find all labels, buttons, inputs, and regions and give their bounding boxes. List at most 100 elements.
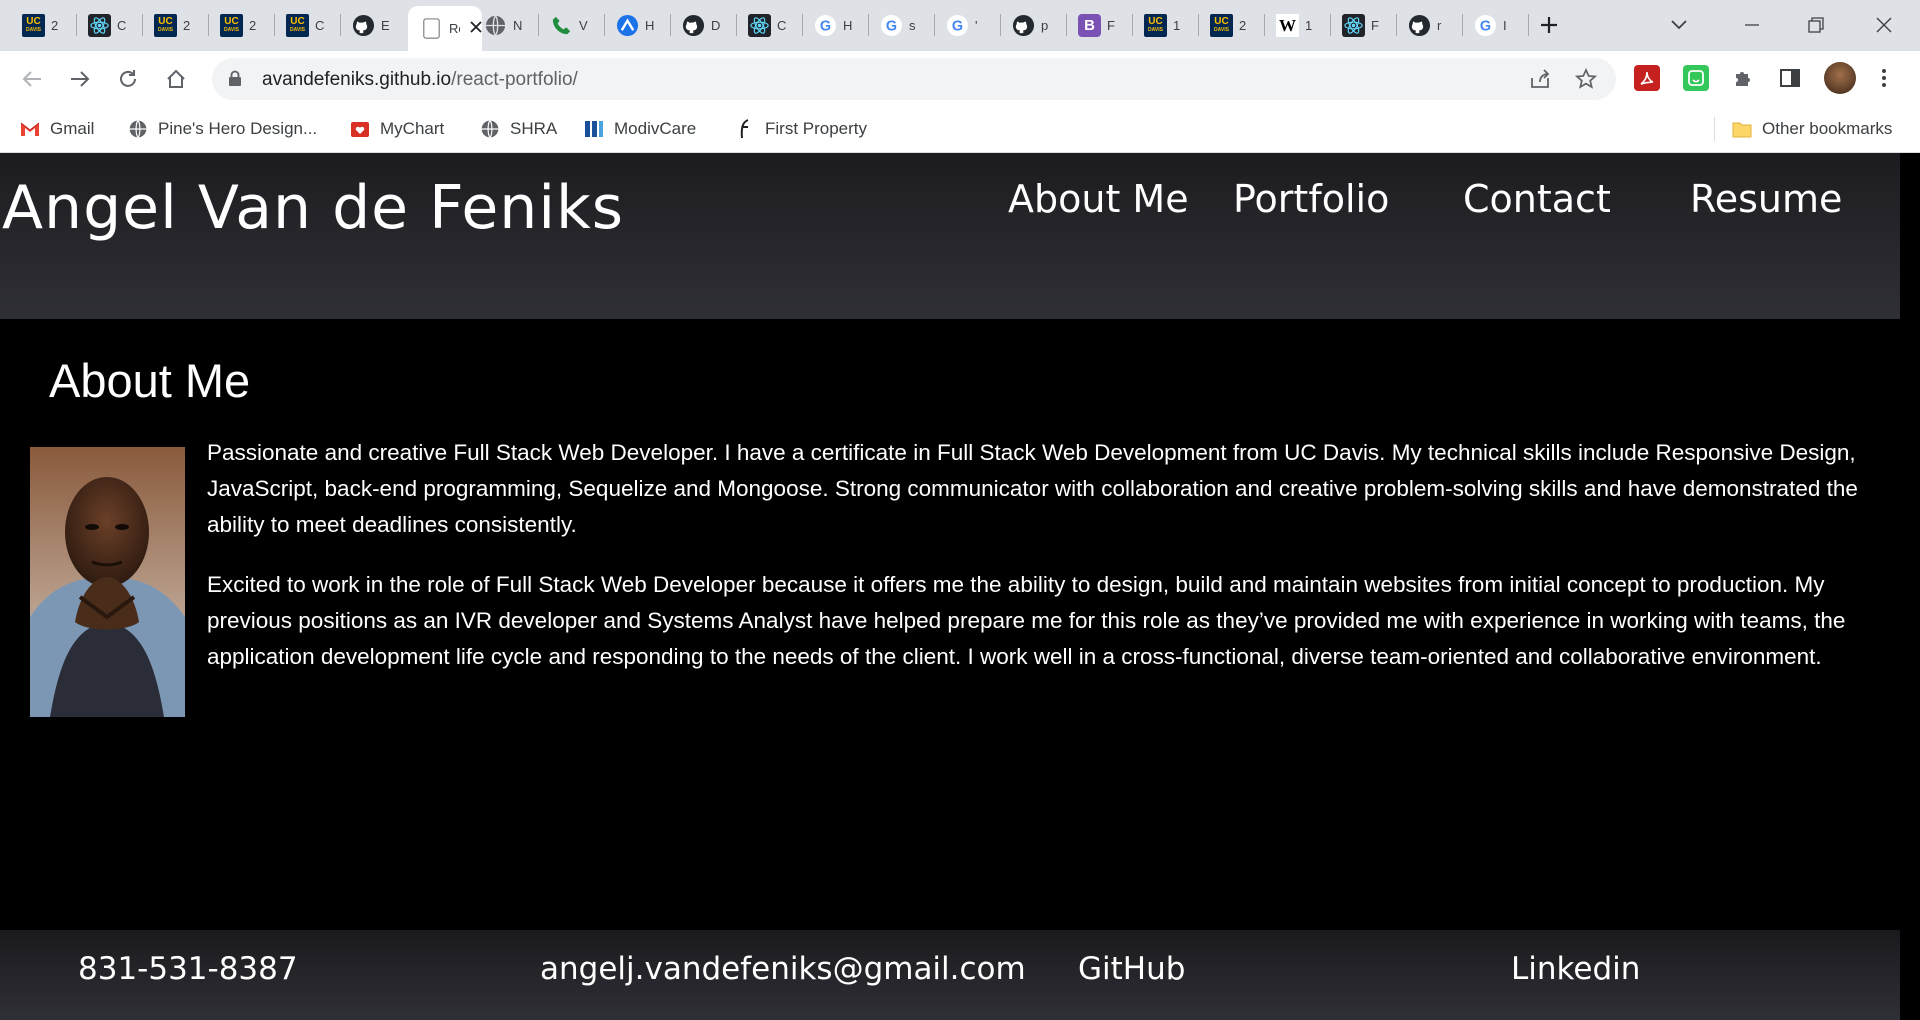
tab-separator [1000,14,1001,36]
reload-button[interactable] [112,63,144,95]
footer-phone-link[interactable]: 831-531-8387 [78,951,298,987]
modivcare-icon [584,119,604,139]
footer-linkedin-link[interactable]: Linkedin [1511,951,1640,987]
forward-button[interactable] [64,63,96,95]
pdf-extension-icon[interactable] [1634,65,1660,91]
address-bar[interactable]: avandefeniks.github.io/react-portfolio/ [212,58,1616,100]
profile-photo [30,447,185,717]
google-icon: G [814,14,837,37]
bookmark-item[interactable]: Pine's Hero Design... [128,117,317,141]
profile-avatar[interactable] [1824,62,1856,94]
bookmark-label: Gmail [50,119,95,138]
browser-tab[interactable]: UC DAVIS C [280,6,342,45]
gmail-icon [20,119,40,139]
browser-tab[interactable]: UC DAVIS 2 [214,6,276,45]
bookmark-item[interactable]: SHRA [480,117,557,141]
tab-title: ' [975,18,978,33]
browser-tab[interactable]: F [1336,6,1398,45]
footer-email-link[interactable]: angelj.vandefeniks@gmail.com [540,951,1026,987]
github-icon [682,14,705,37]
page-icon [420,17,443,40]
other-bookmarks-label: Other bookmarks [1762,119,1893,138]
share-icon[interactable] [1528,67,1552,91]
close-icon [1876,17,1892,33]
url-host: avandefeniks.github.io [262,69,452,90]
react-icon [88,14,111,37]
star-icon[interactable] [1574,67,1598,91]
browser-tab[interactable]: V [544,6,606,45]
browser-tab[interactable]: H [610,6,672,45]
browser-tab[interactable]: r [1402,6,1464,45]
close-window-button[interactable] [1862,8,1906,42]
bookmark-item[interactable]: ModivCare [584,117,696,141]
tab-title: 1 [1173,18,1181,33]
tab-title: 1 [1305,18,1313,33]
browser-tab[interactable]: D [676,6,738,45]
tab-separator [1198,14,1199,36]
google-icon: G [880,14,903,37]
browser-tab[interactable]: BF [1072,6,1134,45]
svg-text:G: G [820,18,831,34]
browser-tab[interactable]: Gs [874,6,936,45]
browser-tab[interactable]: C [742,6,804,45]
tab-search-button[interactable] [1662,8,1696,42]
browser-tab[interactable]: Re [408,6,482,51]
restore-button[interactable] [1794,8,1838,42]
react-icon [1342,14,1365,37]
bookmarks-bar: Gmail Pine's Hero Design... MyChart SHRA Mod… [0,107,1920,153]
nav-about-me[interactable]: About Me [1008,177,1189,221]
nav-portfolio[interactable]: Portfolio [1233,177,1389,221]
tab-separator [142,14,143,36]
tab-separator [802,14,803,36]
browser-tab[interactable]: GH [808,6,870,45]
tab-separator [670,14,671,36]
browser-tab[interactable]: UC DAVIS 2 [148,6,210,45]
ucdavis-icon: UC DAVIS [1210,14,1233,37]
browser-tab[interactable]: p [1006,6,1068,45]
globe-icon [480,119,500,139]
back-button[interactable] [16,63,48,95]
restore-icon [1808,17,1824,33]
footer-github-link[interactable]: GitHub [1078,951,1185,987]
tab-separator [736,14,737,36]
browser-tab[interactable]: UC DAVIS 1 [1138,6,1200,45]
folder-icon [1732,119,1752,139]
puzzle-icon[interactable] [1730,65,1756,91]
page-viewport: Angel Van de Feniks About Me Portfolio C… [0,153,1920,1020]
ucdavis-icon: UC DAVIS [220,14,243,37]
tab-separator [868,14,869,36]
browser-tab[interactable]: GI [1468,6,1530,45]
bookmark-label: SHRA [510,119,558,138]
minimize-button[interactable] [1730,8,1774,42]
browser-tab[interactable]: UC DAVIS 2 [1204,6,1266,45]
tab-title: p [1041,18,1049,33]
tab-separator [76,14,77,36]
bookmark-label: ModivCare [614,119,697,138]
bookmark-item[interactable]: MyChart [350,117,444,141]
bookmark-item[interactable]: First Property [735,117,867,141]
github-icon [1012,14,1035,37]
browser-tab-strip: UCDAVIS 2 C UCDAVIS 2 UCDAVIS 2 UCDAVIS C E Re N V H D… [0,0,1920,51]
browser-tab[interactable]: N [478,6,540,45]
new-tab-button[interactable] [1532,8,1566,42]
browser-tab[interactable]: C [82,6,144,45]
github-icon [1408,14,1431,37]
svg-text:G: G [1480,18,1491,34]
tab-title: r [1437,18,1442,33]
site-header: Angel Van de Feniks About Me Portfolio C… [0,153,1900,319]
menu-kebab-icon[interactable] [1871,65,1897,91]
tab-title: D [711,18,721,33]
nav-resume[interactable]: Resume [1690,177,1842,221]
browser-tab[interactable]: E [346,6,408,45]
browser-tab[interactable]: G ' [940,6,1002,45]
grammarly-extension-icon[interactable] [1683,65,1709,91]
tab-title: N [513,18,523,33]
home-button[interactable] [160,63,192,95]
browser-tab[interactable]: UC DAVIS 2 [16,6,78,45]
nav-contact[interactable]: Contact [1463,177,1611,221]
side-panel-icon[interactable] [1777,65,1803,91]
browser-tab[interactable]: W1 [1270,6,1332,45]
other-bookmarks[interactable]: Other bookmarks [1732,117,1892,141]
plus-icon [1541,17,1557,33]
bookmark-item[interactable]: Gmail [20,117,94,141]
